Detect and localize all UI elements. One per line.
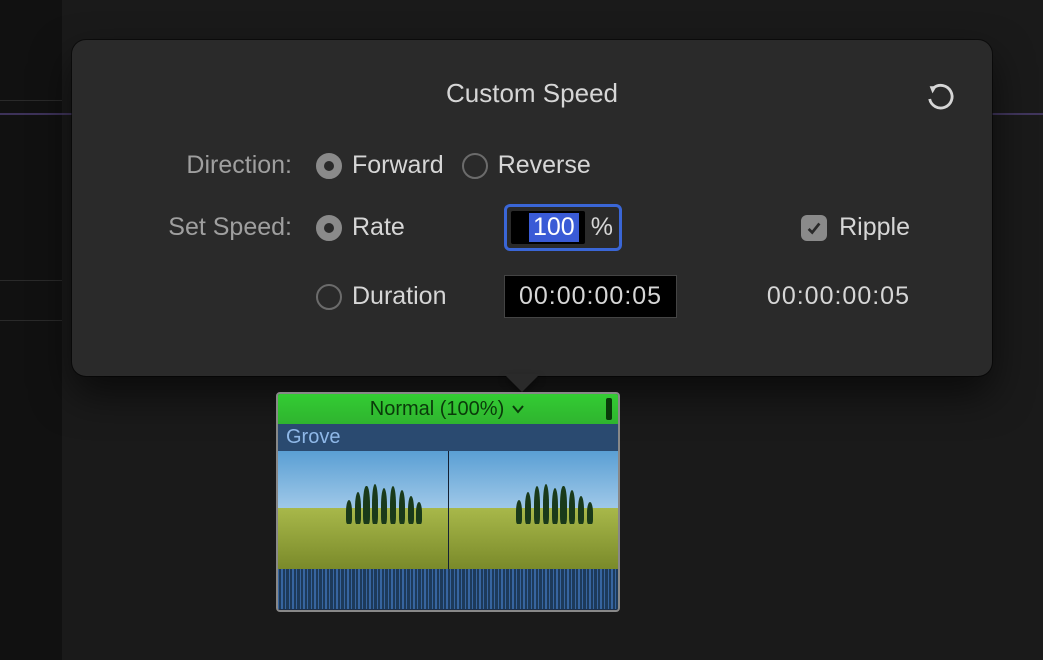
- direction-forward-radio[interactable]: Forward: [316, 151, 444, 180]
- rate-unit: %: [591, 213, 613, 242]
- clip-title: Grove: [278, 424, 618, 451]
- thumbnail: [449, 451, 619, 569]
- clip-thumbnails: [278, 451, 618, 569]
- set-speed-rate-radio[interactable]: Rate: [316, 213, 486, 242]
- radio-dot-icon: [316, 215, 342, 241]
- thumbnail: [278, 451, 449, 569]
- timeline-clip[interactable]: Normal (100%) Grove: [276, 392, 620, 612]
- speed-bar-handle[interactable]: [606, 398, 612, 420]
- reset-button[interactable]: [924, 82, 958, 116]
- radio-dot-icon: [316, 284, 342, 310]
- current-duration: 00:00:00:05: [767, 282, 910, 311]
- rate-value: 100: [529, 213, 579, 242]
- clip-speed-label: Normal (100%): [370, 398, 504, 421]
- rate-input[interactable]: 100 %: [504, 204, 622, 251]
- checkmark-icon: [801, 215, 827, 241]
- undo-arrow-icon: [924, 82, 958, 116]
- radio-label: Duration: [352, 282, 447, 311]
- clip-speed-bar[interactable]: Normal (100%): [278, 394, 618, 424]
- ripple-checkbox[interactable]: Ripple: [801, 213, 910, 242]
- set-speed-label: Set Speed:: [116, 213, 316, 242]
- clip-audio-waveform: [278, 569, 618, 609]
- radio-dot-icon: [462, 153, 488, 179]
- direction-reverse-radio[interactable]: Reverse: [462, 151, 591, 180]
- set-speed-duration-radio[interactable]: Duration: [316, 282, 486, 311]
- direction-label: Direction:: [116, 151, 316, 180]
- radio-label: Forward: [352, 151, 444, 180]
- popover-title: Custom Speed: [116, 78, 948, 109]
- left-gutter: [0, 0, 62, 660]
- checkbox-label: Ripple: [839, 213, 910, 242]
- radio-label: Reverse: [498, 151, 591, 180]
- radio-dot-icon: [316, 153, 342, 179]
- duration-input[interactable]: 00:00:00:05: [504, 275, 677, 318]
- custom-speed-popover: Custom Speed Direction: Forward Reverse …: [72, 40, 992, 376]
- popover-arrow: [504, 374, 540, 392]
- radio-label: Rate: [352, 213, 405, 242]
- chevron-down-icon: [510, 401, 526, 417]
